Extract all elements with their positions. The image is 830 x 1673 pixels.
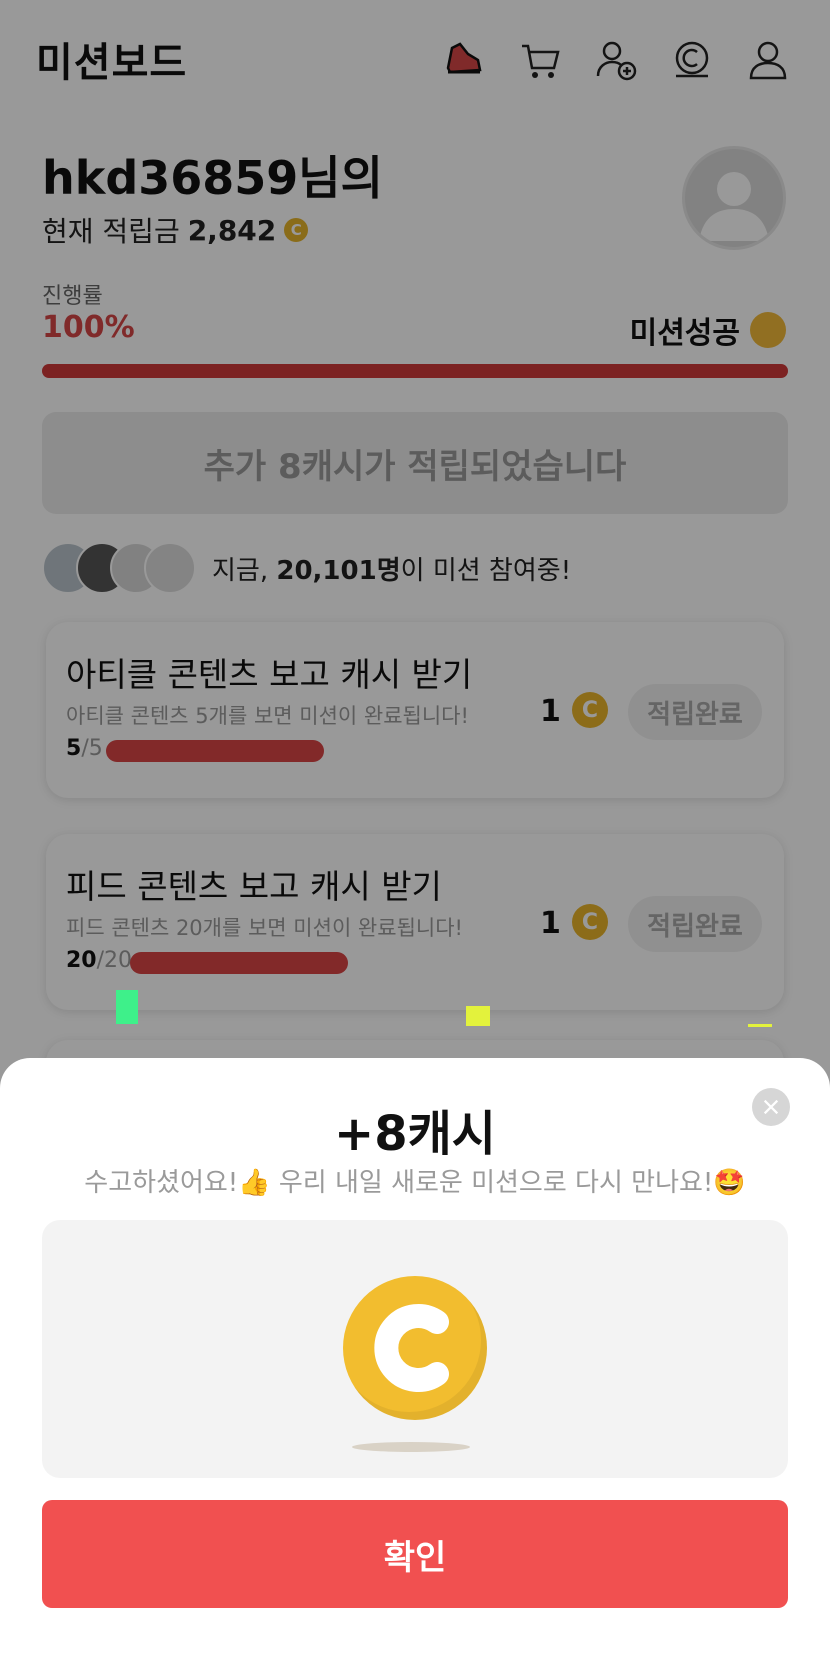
mission-board-page: 미션보드 hkd36859님의 현재 적립금 2,842 C 진행률 100% …: [0, 0, 830, 1673]
coin-shadow: [352, 1442, 470, 1452]
confetti-piece: [748, 1024, 772, 1027]
reward-title: +8캐시: [334, 1106, 496, 1162]
confetti-piece: [466, 1006, 490, 1026]
coin-illustration-box: [42, 1220, 788, 1478]
confetti-piece: [116, 990, 138, 1024]
reward-subtitle: 수고하셨어요!👍 우리 내일 새로운 미션으로 다시 만나요!🤩: [84, 1168, 746, 1198]
close-icon[interactable]: [752, 1088, 790, 1126]
confirm-button[interactable]: 확인: [42, 1500, 788, 1608]
reward-bottom-sheet: +8캐시 수고하셨어요!👍 우리 내일 새로운 미션으로 다시 만나요!🤩 확인: [0, 1058, 830, 1673]
coin-icon: [343, 1276, 487, 1420]
